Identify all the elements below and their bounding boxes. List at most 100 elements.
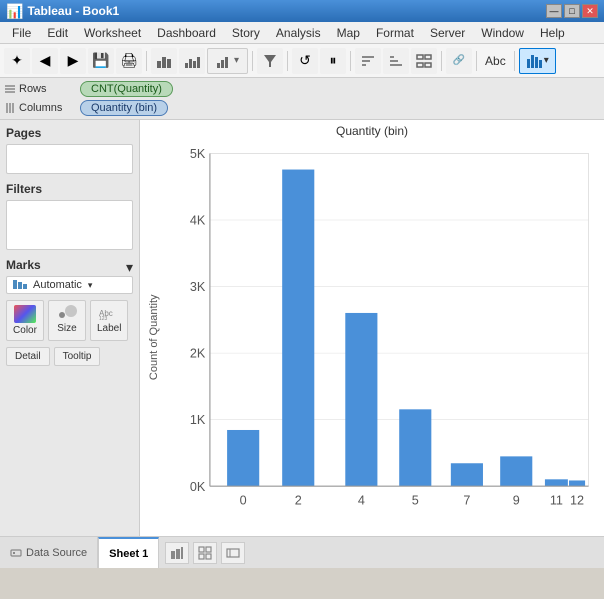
- rows-label: Rows: [4, 83, 74, 95]
- bar-4[interactable]: [345, 313, 377, 486]
- toolbar-save-btn[interactable]: 💾: [88, 48, 114, 74]
- toolbar-sort2-btn[interactable]: [383, 48, 409, 74]
- toolbar-abc-label: Abc: [481, 54, 510, 68]
- menu-file[interactable]: File: [4, 24, 39, 42]
- svg-text:4: 4: [358, 494, 365, 508]
- svg-text:1K: 1K: [190, 413, 206, 427]
- pages-section: Pages: [6, 126, 133, 174]
- menu-bar: File Edit Worksheet Dashboard Story Anal…: [0, 22, 604, 44]
- toolbar-print-btn[interactable]: 🖨: [116, 48, 142, 74]
- menu-map[interactable]: Map: [329, 24, 368, 42]
- title-bar-controls: — □ ✕: [546, 4, 598, 18]
- chart-area: Quantity (bin) Count of Quantity: [140, 120, 604, 536]
- status-bar: Data Source Sheet 1: [0, 536, 604, 568]
- pages-box: [6, 144, 133, 174]
- menu-help[interactable]: Help: [532, 24, 573, 42]
- svg-text:2: 2: [295, 494, 302, 508]
- toolbar-filter-btn[interactable]: [257, 48, 283, 74]
- toolbar-sep4: [350, 51, 351, 71]
- bar-12[interactable]: [569, 480, 585, 486]
- chart-inner: 5K 4K 3K 2K 1K 0K: [164, 142, 600, 532]
- marks-dropdown-arrow: ▾: [88, 280, 93, 291]
- datasource-icon: [10, 547, 22, 559]
- toolbar-sep5: [441, 51, 442, 71]
- sheet1-tab[interactable]: Sheet 1: [98, 537, 159, 568]
- toolbar-chart3-btn[interactable]: ▾: [207, 48, 248, 74]
- chart-title: Quantity (bin): [144, 124, 600, 138]
- toolbar-sort1-btn[interactable]: [355, 48, 381, 74]
- rows-row: Rows CNT(Quantity): [4, 81, 600, 97]
- sheet-add-buttons: [165, 542, 245, 564]
- new-story-button[interactable]: [221, 542, 245, 564]
- bar-7[interactable]: [451, 463, 483, 486]
- left-panel: Pages Filters Marks ▾ Automatic ▾ Color: [0, 120, 140, 536]
- toolbar: ✦ ◀ ▶ 💾 🖨 ▾ ↺ ⏸ 🔗 Abc ▾: [0, 44, 604, 78]
- marks-detail-row: Detail Tooltip: [6, 347, 133, 366]
- svg-text:5K: 5K: [190, 147, 206, 161]
- toolbar-chart2-btn[interactable]: [179, 48, 205, 74]
- toolbar-sep7: [514, 51, 515, 71]
- bar-0[interactable]: [227, 430, 259, 486]
- toolbar-new-btn[interactable]: ✦: [4, 48, 30, 74]
- toolbar-chart1-btn[interactable]: [151, 48, 177, 74]
- label-icon: Abc123: [98, 305, 120, 321]
- size-button[interactable]: Size: [48, 300, 86, 341]
- new-dashboard-button[interactable]: [193, 542, 217, 564]
- chart-svg: 5K 4K 3K 2K 1K 0K: [164, 142, 600, 532]
- menu-story[interactable]: Story: [224, 24, 268, 42]
- toolbar-refresh-btn[interactable]: ↺: [292, 48, 318, 74]
- marks-expand-icon[interactable]: ▾: [126, 259, 133, 276]
- toolbar-back-btn[interactable]: ◀: [32, 48, 58, 74]
- menu-edit[interactable]: Edit: [39, 24, 76, 42]
- chart-container: Count of Quantity 5K 4K: [144, 142, 600, 532]
- marks-header: Marks ▾: [6, 258, 133, 276]
- toolbar-link-btn[interactable]: 🔗: [446, 48, 472, 74]
- svg-text:0: 0: [240, 494, 247, 508]
- bar-11[interactable]: [545, 479, 568, 486]
- toolbar-forward-btn[interactable]: ▶: [60, 48, 86, 74]
- label-button[interactable]: Abc123 Label: [90, 300, 128, 341]
- toolbar-sep6: [476, 51, 477, 71]
- close-button[interactable]: ✕: [582, 4, 598, 18]
- toolbar-sep2: [252, 51, 253, 71]
- toolbar-pause-btn[interactable]: ⏸: [320, 48, 346, 74]
- tooltip-button[interactable]: Tooltip: [54, 347, 101, 366]
- y-axis-label: Count of Quantity: [144, 142, 164, 532]
- rows-value[interactable]: CNT(Quantity): [80, 81, 173, 97]
- svg-text:9: 9: [513, 494, 520, 508]
- title-bar-text: Tableau - Book1: [27, 4, 119, 18]
- svg-text:0K: 0K: [190, 480, 206, 494]
- menu-dashboard[interactable]: Dashboard: [149, 24, 224, 42]
- bar-5[interactable]: [399, 409, 431, 486]
- datasource-tab[interactable]: Data Source: [0, 537, 98, 568]
- title-bar: 📊 Tableau - Book1 — □ ✕: [0, 0, 604, 22]
- svg-text:123: 123: [99, 316, 108, 321]
- filters-section: Filters: [6, 182, 133, 250]
- maximize-button[interactable]: □: [564, 4, 580, 18]
- new-sheet-button[interactable]: [165, 542, 189, 564]
- bar-9[interactable]: [500, 456, 532, 486]
- cols-value[interactable]: Quantity (bin): [80, 100, 168, 116]
- bar-2[interactable]: [282, 170, 314, 487]
- toolbar-sep1: [146, 51, 147, 71]
- content-area: Pages Filters Marks ▾ Automatic ▾ Color: [0, 120, 604, 536]
- menu-analysis[interactable]: Analysis: [268, 24, 329, 42]
- menu-worksheet[interactable]: Worksheet: [76, 24, 149, 42]
- color-icon: [14, 305, 36, 323]
- svg-text:5: 5: [412, 494, 419, 508]
- menu-window[interactable]: Window: [473, 24, 532, 42]
- cols-row: Columns Quantity (bin): [4, 100, 600, 116]
- menu-server[interactable]: Server: [422, 24, 473, 42]
- marks-buttons: Color Size Abc123 Label: [6, 300, 133, 341]
- filters-title: Filters: [6, 182, 133, 196]
- size-icon: [57, 305, 77, 321]
- toolbar-chart-active-btn[interactable]: ▾: [519, 48, 556, 74]
- menu-format[interactable]: Format: [368, 24, 422, 42]
- detail-button[interactable]: Detail: [6, 347, 50, 366]
- marks-section: Marks ▾ Automatic ▾ Color Size: [6, 258, 133, 366]
- toolbar-sort3-btn[interactable]: [411, 48, 437, 74]
- minimize-button[interactable]: —: [546, 4, 562, 18]
- color-button[interactable]: Color: [6, 300, 44, 341]
- marks-type-dropdown[interactable]: Automatic ▾: [6, 276, 133, 294]
- toolbar-sep3: [287, 51, 288, 71]
